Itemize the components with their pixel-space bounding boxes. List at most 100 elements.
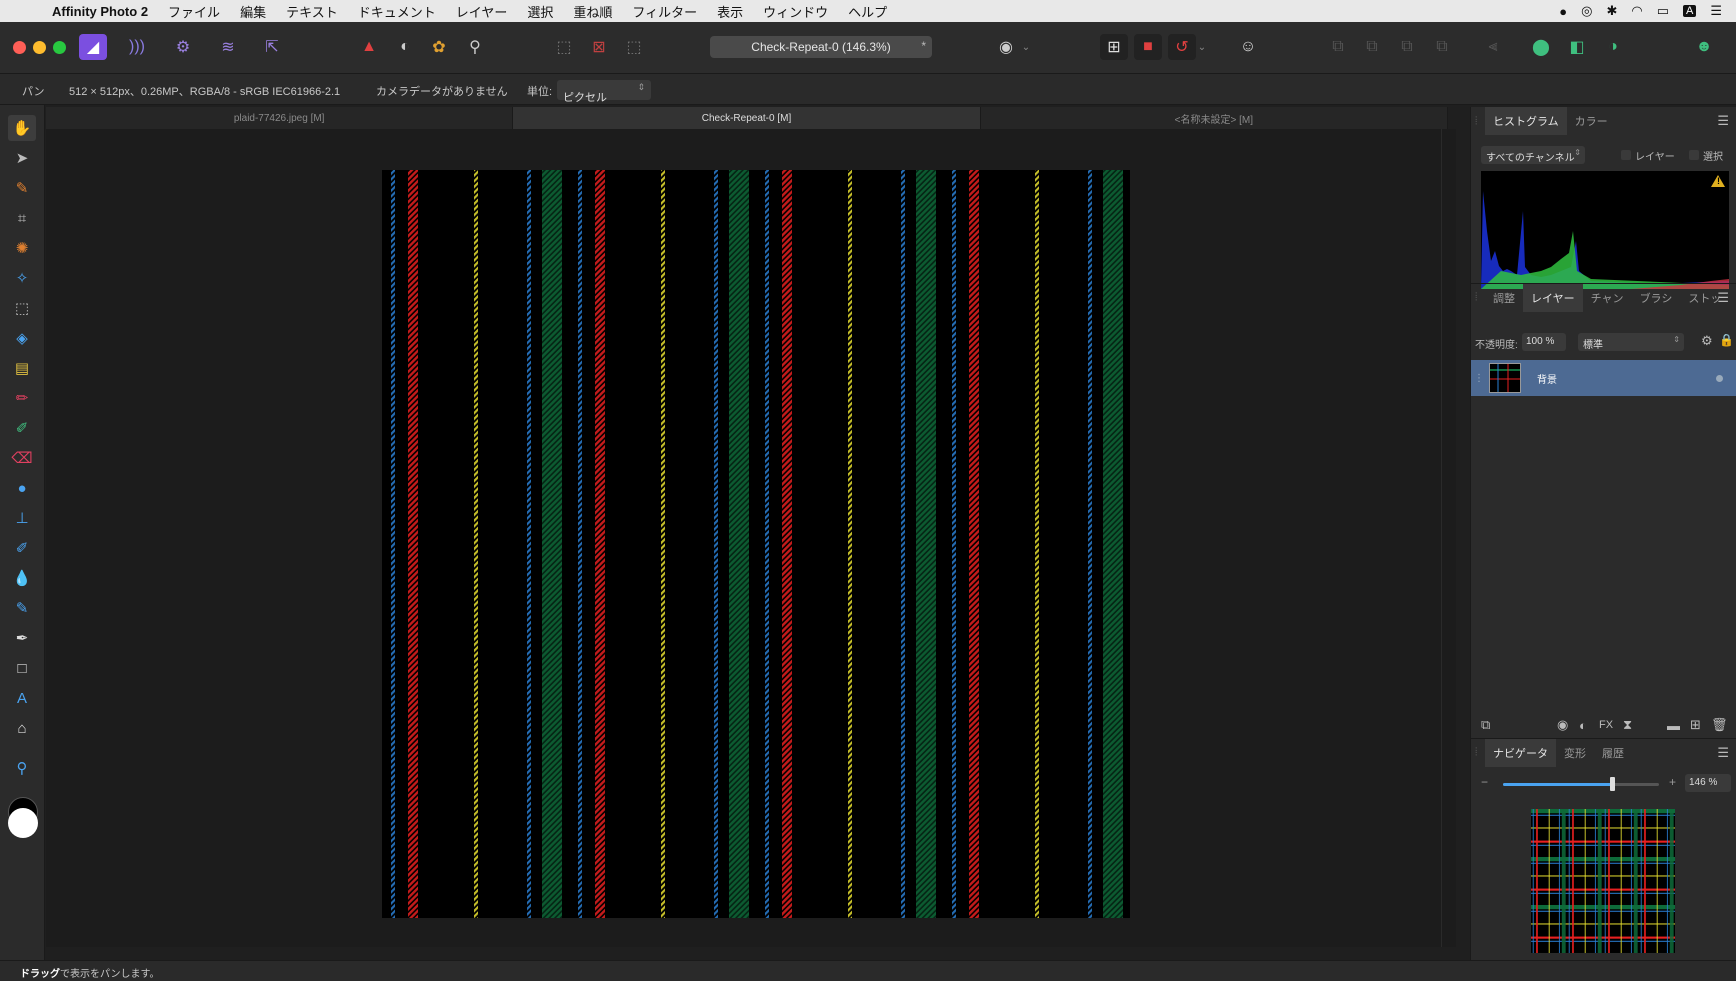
inpainting-tool-icon[interactable]: ✐: [8, 535, 36, 561]
live-filter-icon[interactable]: ⧗: [1623, 717, 1632, 733]
menu-layer[interactable]: レイヤー: [456, 2, 508, 21]
account-icon[interactable]: ☻: [1690, 34, 1718, 60]
red-eye-tool-icon[interactable]: ✎: [8, 595, 36, 621]
control-center-icon[interactable]: ☰: [1710, 3, 1722, 19]
airplay-icon[interactable]: ▭: [1657, 3, 1669, 19]
zoom-tool-icon[interactable]: ⚲: [8, 755, 36, 781]
liquify-persona-icon[interactable]: ))): [123, 34, 151, 60]
minimize-window-button[interactable]: [33, 41, 46, 54]
crop-tool-icon[interactable]: ⌗: [8, 205, 36, 231]
marquee-tool-icon[interactable]: ⬚: [8, 295, 36, 321]
arrange-backward-icon[interactable]: ⧉: [1358, 34, 1386, 60]
erase-tool-icon[interactable]: ⌫: [8, 445, 36, 471]
zoom-slider[interactable]: [1503, 777, 1659, 791]
selection-checkbox[interactable]: [1689, 150, 1699, 160]
tab-history[interactable]: 履歴: [1594, 745, 1632, 761]
navigator-preview[interactable]: [1531, 809, 1675, 953]
blend-mode-select[interactable]: 標準 ⇕: [1578, 333, 1684, 351]
unit-select[interactable]: ピクセル ⇕: [557, 80, 651, 104]
layer-checkbox[interactable]: [1621, 150, 1631, 160]
develop-persona-icon[interactable]: ⚙: [169, 34, 197, 60]
notification-icon[interactable]: ●: [1559, 4, 1567, 19]
app-menu[interactable]: Affinity Photo 2: [52, 4, 148, 19]
tab-untitled[interactable]: <名称未設定> [M]: [981, 107, 1448, 129]
mesh-warp-tool-icon[interactable]: ⌂: [8, 715, 36, 741]
menu-file[interactable]: ファイル: [168, 2, 220, 21]
panel-menu-icon[interactable]: ☰: [1717, 290, 1729, 306]
arrange-forward-icon[interactable]: ⧉: [1393, 34, 1421, 60]
move-tool-icon[interactable]: ➤: [8, 145, 36, 171]
photo-persona-icon[interactable]: ◢: [79, 34, 107, 60]
primary-color-swatch[interactable]: [8, 808, 38, 838]
layer-settings-icon[interactable]: ⚙: [1701, 333, 1713, 349]
view-mode-icon[interactable]: ■: [1134, 34, 1162, 60]
menu-view[interactable]: 表示: [717, 2, 743, 21]
fill-tool-icon[interactable]: ◈: [8, 325, 36, 351]
document-title[interactable]: Check-Repeat-0 (146.3%) *: [710, 36, 932, 58]
menu-help[interactable]: ヘルプ: [848, 2, 887, 21]
deselect-icon[interactable]: ⊠: [585, 34, 613, 60]
clone-tool-icon[interactable]: ⊥: [8, 505, 36, 531]
white-balance-icon[interactable]: ⚲: [461, 34, 489, 60]
auto-contrast-icon[interactable]: ◐: [391, 34, 419, 60]
snapping-icon[interactable]: ⊞: [1100, 34, 1128, 60]
flood-select-tool-icon[interactable]: ✧: [8, 265, 36, 291]
invert-selection-icon[interactable]: ⬚: [620, 34, 648, 60]
vertical-scrollbar[interactable]: [1441, 129, 1442, 947]
menu-edit[interactable]: 編集: [240, 2, 266, 21]
arrange-front-icon[interactable]: ⧉: [1428, 34, 1456, 60]
channel-select[interactable]: すべてのチャンネル ⇕: [1481, 146, 1585, 164]
paint-brush-tool-icon[interactable]: ✏: [8, 385, 36, 411]
pixel-layer-icon[interactable]: ⊞: [1690, 717, 1701, 733]
zoom-field[interactable]: 146 %: [1685, 774, 1731, 792]
plaid-image[interactable]: [382, 170, 1130, 918]
color-picker-tool-icon[interactable]: ✎: [8, 175, 36, 201]
rectangle-tool-icon[interactable]: □: [8, 655, 36, 681]
align-icon[interactable]: ⫷: [1479, 34, 1507, 60]
close-window-button[interactable]: [13, 41, 26, 54]
zoom-window-button[interactable]: [53, 41, 66, 54]
input-source-icon[interactable]: A: [1683, 5, 1697, 17]
menu-select[interactable]: 選択: [527, 2, 553, 21]
menu-document[interactable]: ドキュメント: [358, 2, 436, 21]
quick-mask-icon[interactable]: ◉: [992, 34, 1020, 60]
auto-colors-icon[interactable]: ✿: [425, 34, 453, 60]
adjustment-icon[interactable]: ◐: [1579, 718, 1587, 733]
boolean-intersect-icon[interactable]: ◑: [1599, 34, 1627, 60]
panel-menu-icon[interactable]: ☰: [1717, 745, 1729, 761]
selection-brush-tool-icon[interactable]: ✺: [8, 235, 36, 261]
assistant-bot-icon[interactable]: ☺: [1234, 34, 1262, 60]
export-persona-icon[interactable]: ⇱: [258, 34, 286, 60]
mask-icon[interactable]: ◉: [1557, 717, 1568, 733]
layer-styles-icon[interactable]: ⧉: [1481, 717, 1490, 733]
text-tool-icon[interactable]: A: [8, 685, 36, 711]
dodge-tool-icon[interactable]: ●: [8, 475, 36, 501]
tab-plaid[interactable]: plaid-77426.jpeg [M]: [46, 107, 514, 129]
hand-tool-icon[interactable]: ✋: [8, 115, 36, 141]
layer-row[interactable]: ⋮ 背景: [1471, 360, 1736, 396]
tab-layers[interactable]: レイヤー: [1523, 283, 1583, 312]
tab-histogram[interactable]: ヒストグラム: [1485, 107, 1567, 135]
arrange-back-icon[interactable]: ⧉: [1324, 34, 1352, 60]
tab-color[interactable]: カラー: [1567, 113, 1616, 129]
wifi-icon[interactable]: ◠: [1631, 3, 1642, 19]
tab-adjustments[interactable]: 調整: [1485, 290, 1523, 306]
zoom-slider-thumb[interactable]: [1610, 777, 1616, 791]
blur-tool-icon[interactable]: 💧: [8, 565, 36, 591]
color-replacement-tool-icon[interactable]: ✐: [8, 415, 36, 441]
zoom-out-icon[interactable]: −: [1481, 775, 1488, 789]
fx-icon[interactable]: FX: [1599, 719, 1613, 731]
boolean-subtract-icon[interactable]: ◧: [1563, 34, 1591, 60]
boolean-add-icon[interactable]: ⬤: [1527, 34, 1555, 60]
levels-icon[interactable]: ▲: [355, 34, 383, 60]
trash-icon[interactable]: 🗑: [1711, 717, 1728, 733]
pen-tool-icon[interactable]: ✒: [8, 625, 36, 651]
menu-arrange[interactable]: 重ね順: [573, 2, 612, 21]
menu-window[interactable]: ウィンドウ: [763, 2, 828, 21]
zoom-in-icon[interactable]: +: [1669, 775, 1676, 789]
opacity-field[interactable]: 100 %: [1522, 333, 1566, 351]
select-all-icon[interactable]: ⬚: [550, 34, 578, 60]
visibility-dot-icon[interactable]: [1716, 374, 1723, 382]
bluetooth-icon[interactable]: ✱: [1606, 3, 1617, 19]
tab-check-repeat[interactable]: Check-Repeat-0 [M]: [513, 107, 981, 129]
